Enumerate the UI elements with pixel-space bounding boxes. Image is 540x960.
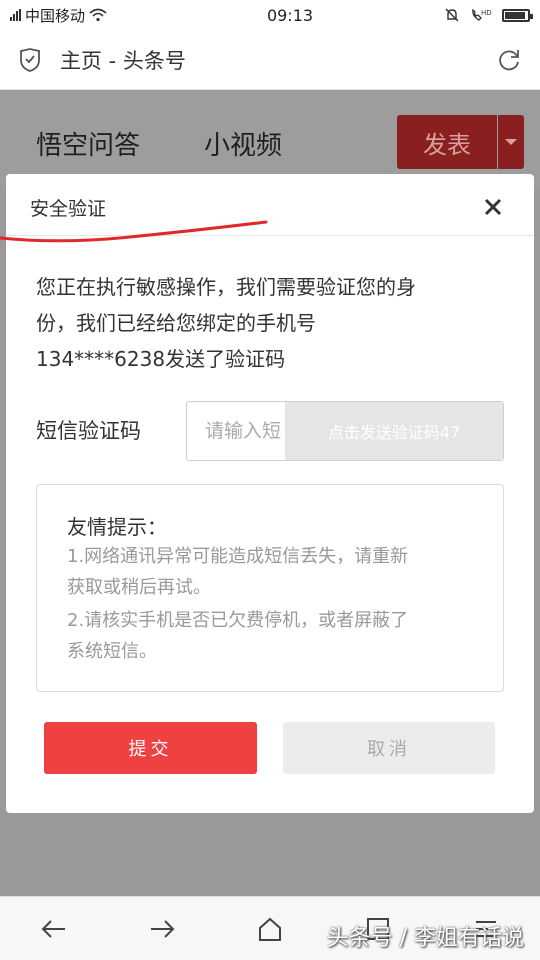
forward-arrow-icon[interactable] <box>148 915 176 943</box>
send-code-button[interactable]: 点击发送验证码47 <box>285 402 503 460</box>
submit-button[interactable]: 提交 <box>44 722 257 774</box>
home-icon[interactable] <box>256 915 284 943</box>
tips-line: 系统短信。 <box>67 641 157 662</box>
refresh-icon[interactable] <box>496 47 522 73</box>
publish-dropdown-icon[interactable] <box>498 115 524 169</box>
tab-short-video[interactable]: 小视频 <box>204 125 282 162</box>
tips-line: 1.网络通讯异常可能造成短信丢失，请重新 <box>67 546 409 567</box>
tips-title: 友情提示： <box>67 515 167 539</box>
hd-call-icon: HD <box>472 8 492 21</box>
status-time: 09:13 <box>266 5 314 25</box>
signal-icon <box>10 9 21 21</box>
battery-icon <box>502 8 533 22</box>
security-verification-dialog: 安全验证 您正在执行敏感操作，我们需要验证您的身 份，我们已经给您绑定的手机号 … <box>0 174 534 813</box>
sms-code-row: 点击发送验证码47 <box>186 401 504 461</box>
page-title: 主页 - 头条号 <box>60 48 186 73</box>
mute-icon <box>445 8 459 22</box>
verification-message: 您正在执行敏感操作，我们需要验证您的身 份，我们已经给您绑定的手机号 134**… <box>36 269 506 377</box>
browser-title-bar: 主页 - 头条号 <box>0 30 540 90</box>
status-bar: 中国移动 09:13 HD <box>0 0 540 30</box>
carrier-name: 中国移动 <box>25 6 86 25</box>
cancel-button[interactable]: 取消 <box>283 722 495 774</box>
back-arrow-icon[interactable] <box>40 915 68 943</box>
close-icon[interactable] <box>482 196 504 218</box>
wifi-icon <box>89 8 107 22</box>
tab-wukong-qa[interactable]: 悟空问答 <box>36 125 140 162</box>
tips-line: 2.请核实手机是否已欠费停机，或者屏蔽了 <box>67 610 409 631</box>
message-line: 份，我们已经给您绑定的手机号 <box>36 311 316 335</box>
tips-box: 友情提示： 1.网络通讯异常可能造成短信丢失，请重新 获取或稍后再试。 2.请核… <box>36 484 504 692</box>
sms-code-label: 短信验证码 <box>36 419 141 443</box>
status-right: HD <box>410 7 533 23</box>
red-underline-mark <box>0 220 268 243</box>
shield-check-icon[interactable] <box>18 47 42 73</box>
message-line: 您正在执行敏感操作，我们需要验证您的身 <box>36 275 416 299</box>
svg-text:HD: HD <box>481 9 492 17</box>
watermark: 头条号 / 李姐有话说 <box>326 926 524 951</box>
message-line: 134****6238发送了验证码 <box>36 347 286 371</box>
dialog-header: 安全验证 <box>0 174 534 243</box>
tips-line: 获取或稍后再试。 <box>67 577 211 598</box>
publish-button[interactable]: 发表 <box>397 115 497 169</box>
